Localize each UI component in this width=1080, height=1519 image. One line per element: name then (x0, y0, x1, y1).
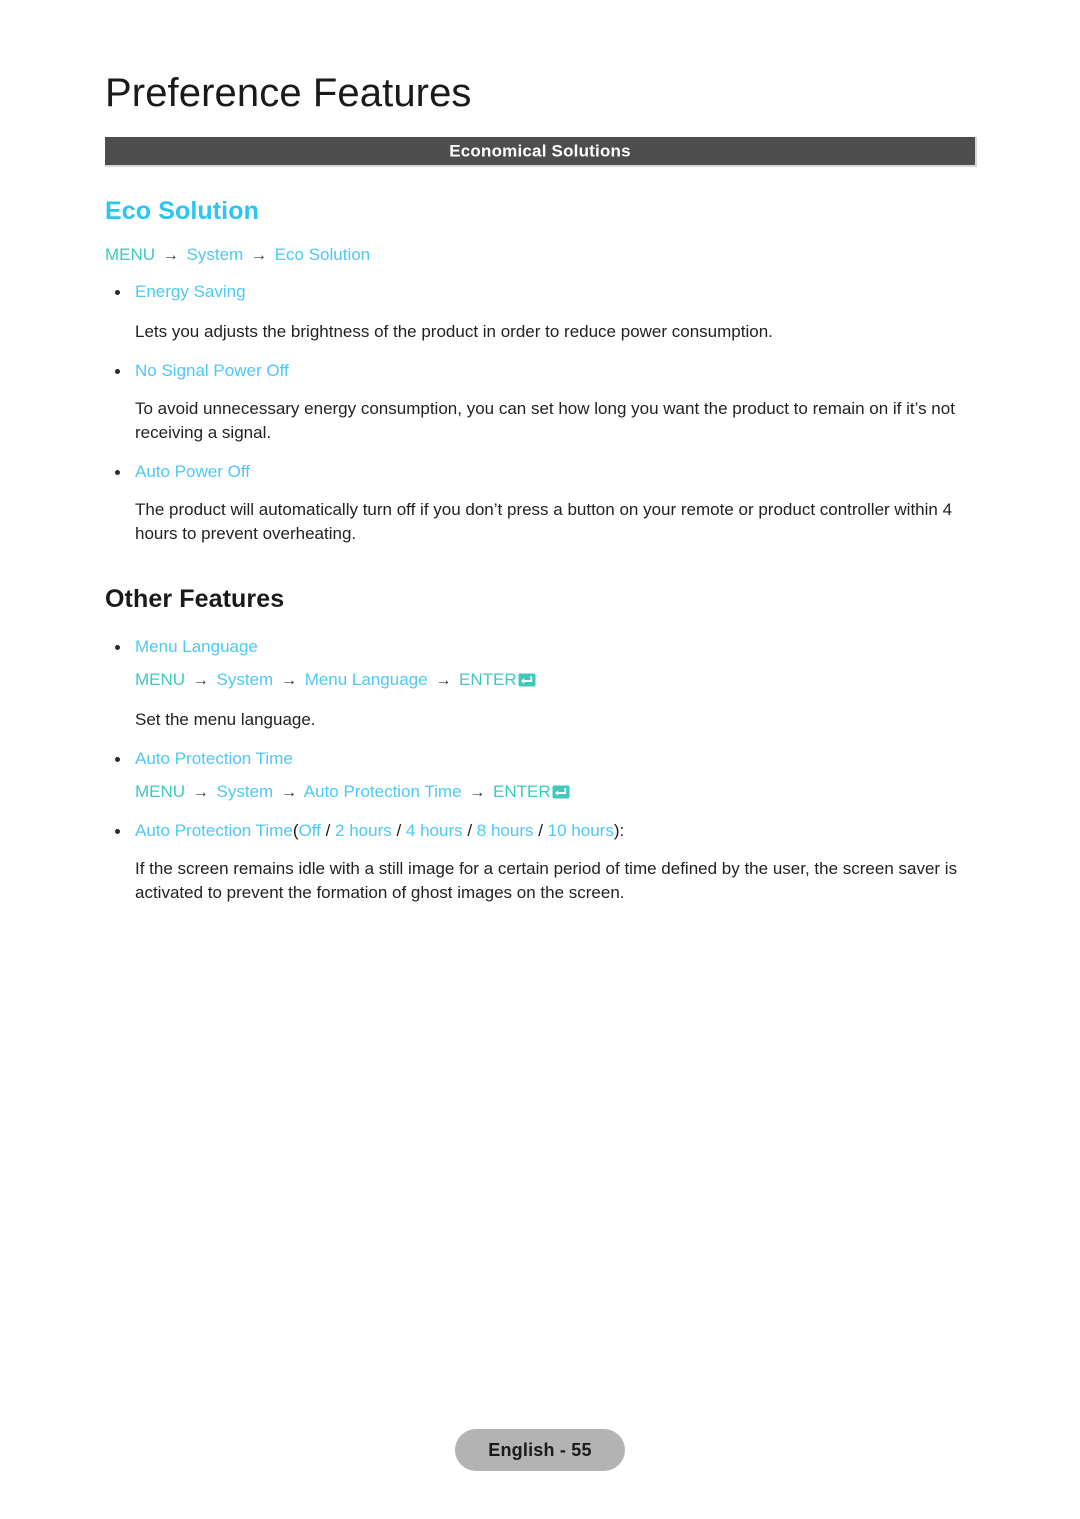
heading-eco-solution: Eco Solution (105, 197, 259, 225)
heading-other-features: Other Features (105, 585, 285, 614)
option-separator: / (462, 821, 477, 841)
enter-key-icon (552, 784, 570, 800)
arrow-icon: → (250, 247, 267, 264)
menu-path-root: MENU (135, 670, 186, 690)
option-value-2-hours: 2 hours (335, 821, 392, 841)
enter-key-icon (518, 672, 536, 688)
page-number-label: English - 55 (488, 1439, 592, 1460)
section-header-label: Economical Solutions (449, 141, 631, 161)
manual-page: Preference Features Economical Solutions… (0, 0, 1080, 1519)
menu-path-menu-language: MENU → System → Menu Language → ENTER (105, 669, 985, 692)
arrow-icon: → (192, 672, 209, 690)
description-auto-protection-time: If the screen remains idle with a still … (135, 859, 958, 903)
option-value-10-hours: 10 hours (547, 821, 614, 841)
option-label-no-signal-power-off: No Signal Power Off (135, 361, 289, 380)
menu-path-node-eco-solution: Eco Solution (274, 245, 371, 264)
description-menu-language: Set the menu language. (135, 710, 316, 730)
close-paren: ): (613, 821, 625, 841)
list-item: No Signal Power Off (105, 360, 985, 383)
menu-path-enter-label: ENTER (493, 782, 551, 802)
option-separator: / (391, 821, 406, 841)
option-value-off: Off (298, 821, 321, 841)
menu-path-root: MENU (135, 782, 186, 802)
option-label: Auto Protection Time (135, 821, 293, 841)
list-item: Auto Power Off (105, 461, 985, 484)
menu-path-node-system: System (216, 670, 274, 690)
arrow-icon: → (192, 784, 209, 802)
section-header-bar: Economical Solutions (105, 137, 977, 167)
description-energy-saving: Lets you adjusts the brightness of the p… (135, 321, 773, 341)
option-separator: / (320, 821, 336, 841)
menu-path-node-auto-protection-time: Auto Protection Time (303, 782, 462, 802)
list-item: Auto Protection Time (105, 748, 985, 771)
arrow-icon: → (435, 672, 452, 690)
menu-path-eco-solution: MENU → System → Eco Solution (105, 244, 985, 267)
option-value-8-hours: 8 hours (476, 821, 534, 841)
arrow-icon: → (280, 784, 297, 802)
arrow-icon: → (162, 247, 179, 264)
menu-path-enter-label: ENTER (459, 670, 517, 690)
list-item: Energy Saving (105, 281, 985, 304)
menu-path-auto-protection-time: MENU → System → Auto Protection Time → E… (105, 781, 985, 804)
option-label-auto-protection-time: Auto Protection Time (135, 749, 293, 769)
option-label-menu-language: Menu Language (135, 637, 258, 657)
menu-path-root: MENU (105, 245, 156, 264)
arrow-icon: → (280, 672, 297, 690)
page-footer-badge: English - 55 (455, 1429, 625, 1471)
menu-path-node-system: System (186, 245, 244, 264)
list-item: Menu Language (105, 636, 985, 659)
option-separator: / (533, 821, 548, 841)
option-label-auto-power-off: Auto Power Off (135, 462, 250, 482)
menu-path-node-system: System (216, 782, 274, 802)
option-label-energy-saving: Energy Saving (135, 281, 246, 301)
description-auto-power-off: The product will automatically turn off … (135, 500, 953, 544)
option-value-4-hours: 4 hours (405, 821, 463, 841)
page-title: Preference Features (105, 71, 472, 115)
list-item-auto-protection-time-options: Auto Protection Time(Off / 2 hours / 4 h… (105, 820, 985, 843)
page-content: Eco Solution MENU → System → Eco Solutio… (105, 196, 985, 905)
menu-path-node-menu-language: Menu Language (304, 670, 428, 690)
description-no-signal-power-off: To avoid unnecessary energy consumption,… (135, 398, 955, 443)
arrow-icon: → (469, 784, 486, 802)
